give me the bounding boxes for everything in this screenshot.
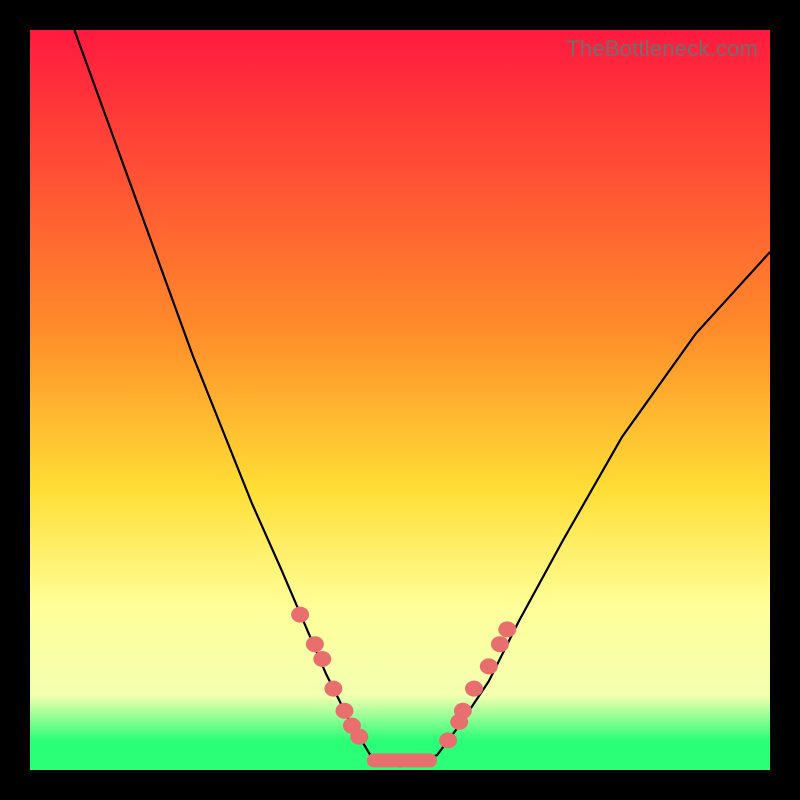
chart-frame: TheBottleneck.com (0, 0, 800, 800)
bottleneck-curve (74, 30, 770, 766)
highlight-dots-group (291, 607, 516, 749)
plot-area: TheBottleneck.com (30, 30, 770, 770)
curve-svg (30, 30, 770, 770)
flat-bottom-ridge (367, 753, 437, 767)
